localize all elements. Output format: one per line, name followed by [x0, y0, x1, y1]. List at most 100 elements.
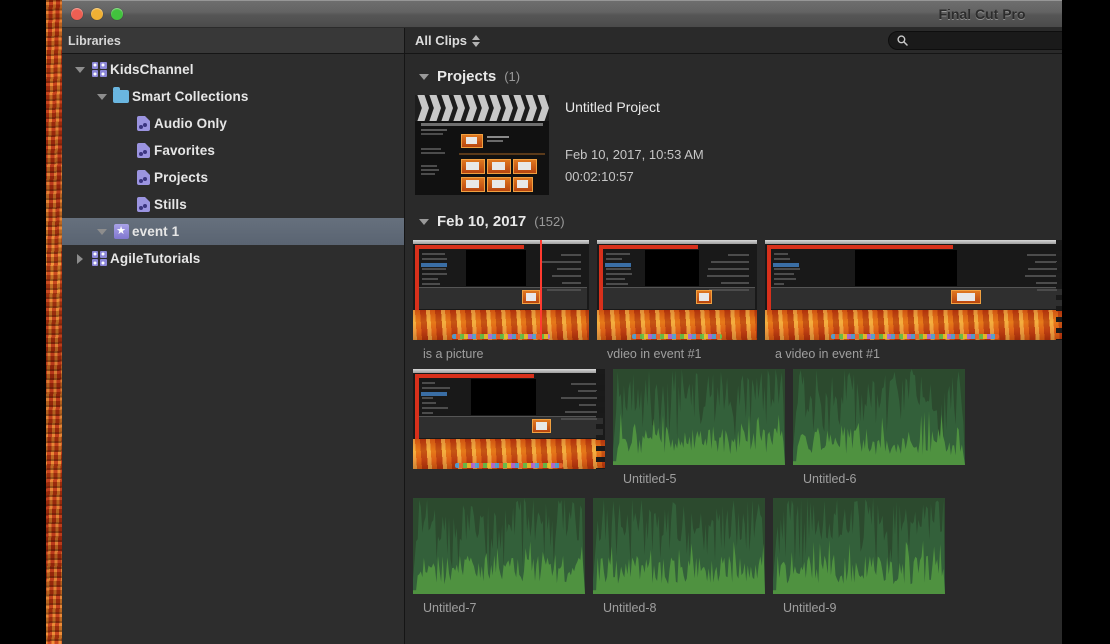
smart-collection-icon-wrap [132, 116, 154, 131]
clip-row: Untitled-7 Untitled-8 Untitled-9 [413, 498, 1062, 623]
clip-label: vdieo in event #1 [597, 340, 757, 366]
project-metadata: Untitled Project Feb 10, 2017, 10:53 AM … [565, 95, 704, 195]
folder-icon-wrap [110, 90, 132, 103]
main-split: KidsChannel Smart Collections Audio Only Fa… [62, 54, 1062, 644]
disclosure-triangle-icon[interactable] [72, 254, 88, 264]
star-event-icon-wrap: ★ [110, 224, 132, 239]
clip-thumbnail[interactable] [413, 498, 585, 594]
sidebar-item-audio-only[interactable]: Audio Only [62, 110, 404, 137]
project-date: Feb 10, 2017, 10:53 AM [565, 147, 704, 162]
search-input[interactable] [913, 35, 1062, 47]
star-event-icon: ★ [114, 224, 129, 239]
disclosure-triangle-icon[interactable] [419, 219, 429, 225]
window-title: Final Cut Pro [902, 6, 1062, 22]
window-titlebar[interactable]: Final Cut Pro [62, 0, 1062, 28]
project-thumbnail[interactable] [415, 95, 549, 195]
clip-item[interactable]: Untitled-6 [793, 369, 965, 495]
event-browser[interactable]: Projects (1) [405, 54, 1062, 644]
sidebar-item-label: Favorites [154, 143, 215, 158]
projects-section-count: (1) [504, 69, 520, 84]
smart-collection-icon-wrap [132, 197, 154, 212]
clip-thumbnail[interactable] [413, 240, 589, 340]
sidebar-item-label: Smart Collections [132, 89, 248, 104]
clip-thumbnail[interactable] [413, 369, 605, 469]
browser-toolbar: All Clips [405, 28, 1062, 53]
sidebar-item-projects[interactable]: Projects [62, 164, 404, 191]
search-icon [897, 35, 908, 46]
audio-waveform [613, 369, 785, 465]
clip-item[interactable]: is a picture [413, 240, 589, 366]
panel-header-bar: Libraries All Clips [62, 28, 1062, 54]
sidebar-item-label: Stills [154, 197, 187, 212]
library-icon-wrap [88, 62, 110, 77]
clip-preview-image [413, 369, 605, 469]
audio-waveform [793, 369, 965, 465]
folder-icon [113, 90, 129, 103]
close-button[interactable] [71, 8, 83, 20]
final-cut-pro-window: Final Cut Pro Libraries All Clips [62, 0, 1062, 644]
sidebar-item-favorites[interactable]: Favorites [62, 137, 404, 164]
library-icon-wrap [88, 251, 110, 266]
disclosure-triangle-icon[interactable] [94, 94, 110, 100]
smart-collection-icon [137, 116, 150, 131]
clip-item[interactable] [413, 369, 605, 495]
clip-label: Untitled-6 [793, 465, 965, 491]
sidebar-item-label: event 1 [132, 224, 179, 239]
clip-label: Untitled-9 [773, 594, 945, 620]
traffic-lights [62, 8, 123, 20]
clip-row: Untitled-5 Untitled-6 [413, 369, 1062, 498]
sidebar-item-smart-collections[interactable]: Smart Collections [62, 83, 404, 110]
audio-waveform [773, 498, 945, 594]
disclosure-triangle-icon[interactable] [419, 74, 429, 80]
libraries-header-label: Libraries [68, 34, 121, 48]
sidebar-item-label: Projects [154, 170, 208, 185]
projects-section-title: Projects [437, 68, 496, 85]
all-clips-label: All Clips [415, 33, 467, 48]
search-field[interactable] [888, 31, 1062, 50]
sidebar-item-agiletutorials[interactable]: AgileTutorials [62, 245, 404, 272]
clip-thumbnail[interactable] [593, 498, 765, 594]
clip-item[interactable]: Untitled-5 [613, 369, 785, 495]
clip-label: Untitled-8 [593, 594, 765, 620]
sidebar-item-kidschannel[interactable]: KidsChannel [62, 56, 404, 83]
clip-preview-image [597, 240, 757, 340]
screen-right-gutter [1062, 0, 1110, 644]
all-clips-filter[interactable]: All Clips [405, 33, 480, 48]
filmstrip-sprocket-edge [596, 369, 605, 469]
sidebar-item-label: Audio Only [154, 116, 227, 131]
clip-thumbnail[interactable] [765, 240, 1062, 340]
smart-collection-icon-wrap [132, 170, 154, 185]
minimize-button[interactable] [91, 8, 103, 20]
smart-collection-icon [137, 170, 150, 185]
disclosure-triangle-icon[interactable] [94, 229, 110, 235]
audio-waveform [593, 498, 765, 594]
event-section-count: (152) [534, 214, 564, 229]
screen: Final Cut Pro Libraries All Clips [0, 0, 1110, 644]
clapperboard-icon [415, 95, 549, 121]
clip-thumbnail[interactable] [773, 498, 945, 594]
event-section-header[interactable]: Feb 10, 2017 (152) [405, 195, 1062, 240]
sidebar-item-label: KidsChannel [110, 62, 194, 77]
library-icon [92, 251, 107, 266]
clip-preview-image [765, 240, 1062, 340]
zoom-button[interactable] [111, 8, 123, 20]
clip-item[interactable]: vdieo in event #1 [597, 240, 757, 366]
clip-thumbnail[interactable] [793, 369, 965, 465]
clip-thumbnail[interactable] [597, 240, 757, 340]
disclosure-triangle-icon[interactable] [72, 67, 88, 73]
clip-item[interactable]: Untitled-8 [593, 498, 765, 620]
clip-grid: is a picture vdieo in event #1 a video in … [405, 240, 1062, 623]
project-list-item[interactable]: Untitled Project Feb 10, 2017, 10:53 AM … [405, 95, 1062, 195]
audio-waveform [413, 498, 585, 594]
sidebar-item-stills[interactable]: Stills [62, 191, 404, 218]
smart-collection-icon-wrap [132, 143, 154, 158]
sidebar-item-event-1[interactable]: ★event 1 [62, 218, 404, 245]
clip-item[interactable]: a video in event #1 [765, 240, 1062, 366]
stepper-icon[interactable] [472, 35, 480, 47]
clip-item[interactable]: Untitled-9 [773, 498, 945, 620]
clip-thumbnail[interactable] [613, 369, 785, 465]
projects-section-header[interactable]: Projects (1) [405, 54, 1062, 95]
sidebar-item-label: AgileTutorials [110, 251, 200, 266]
clip-label [413, 469, 605, 495]
clip-item[interactable]: Untitled-7 [413, 498, 585, 620]
